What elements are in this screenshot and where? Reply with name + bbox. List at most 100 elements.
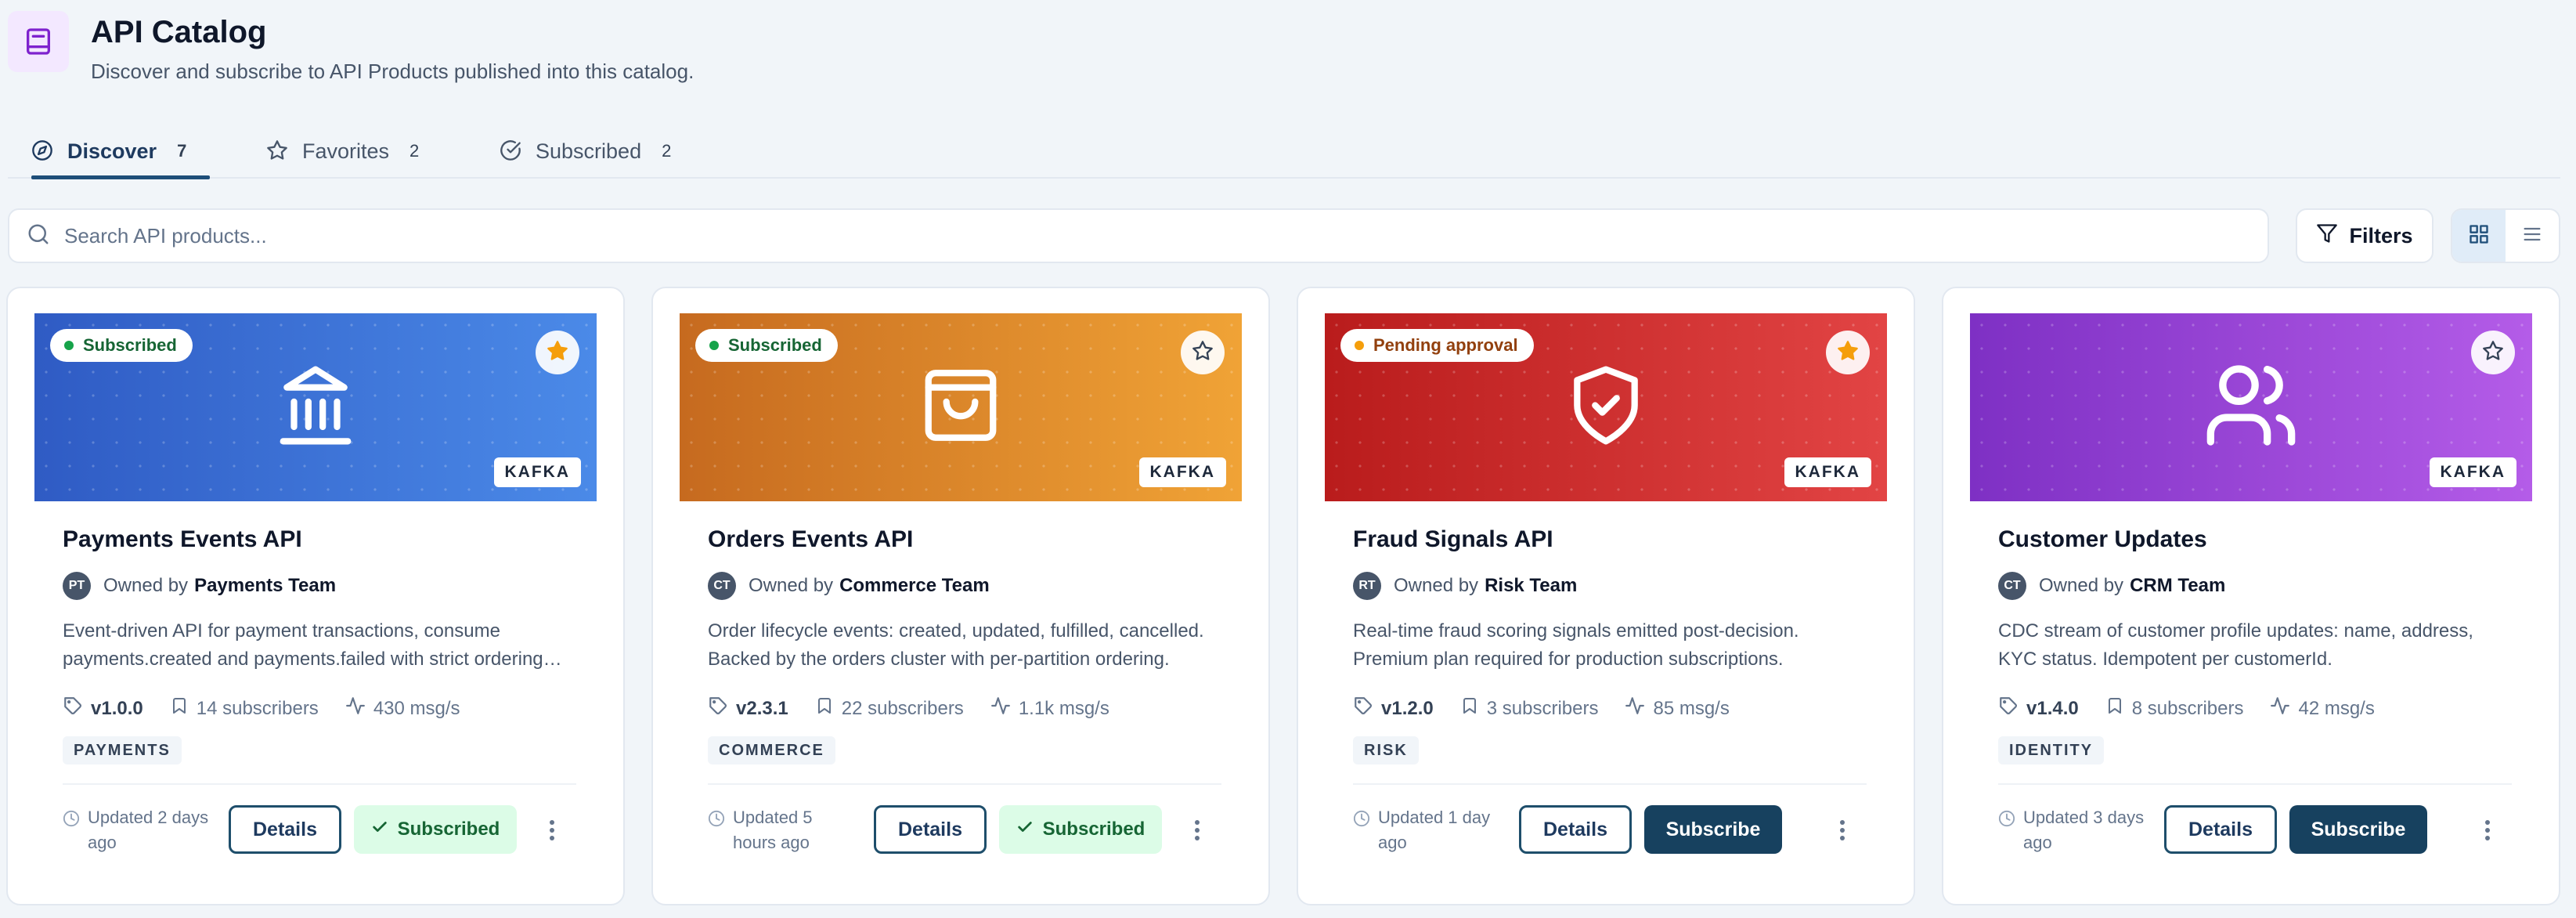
protocol-badge: KAFKA <box>1138 457 1226 487</box>
api-card-fraud[interactable]: Pending approval KAFKA Fraud Signals API… <box>1297 287 1915 905</box>
favorite-button[interactable] <box>536 331 579 374</box>
more-options-icon[interactable] <box>1831 816 1854 844</box>
star-filled-icon <box>1837 340 1859 366</box>
shield-check-icon <box>1563 363 1649 453</box>
protocol-badge: KAFKA <box>2429 457 2516 487</box>
card-title[interactable]: Orders Events API <box>708 526 913 553</box>
category-tag[interactable]: RISK <box>1353 736 1419 764</box>
api-card-payments[interactable]: Subscribed KAFKA Payments Events API PT … <box>6 287 625 905</box>
api-card-orders[interactable]: Subscribed KAFKA Orders Events API CT Ow… <box>651 287 1270 905</box>
details-button[interactable]: Details <box>1519 805 1632 854</box>
clock-icon <box>63 805 88 855</box>
subscribe-button[interactable]: Subscribe <box>1644 805 1782 854</box>
clock-icon <box>1353 805 1378 855</box>
throughput-label: 85 msg/s <box>1653 697 1730 719</box>
status-badge: Subscribed <box>50 329 193 362</box>
card-description: Event-driven API for payment transaction… <box>63 620 543 670</box>
updated-label: Updated 5 hours ago <box>733 808 813 852</box>
subscribe-button[interactable]: Subscribe <box>2289 805 2427 854</box>
more-options-icon[interactable] <box>2476 816 2499 844</box>
updated-info: Updated 2 days ago <box>63 805 211 855</box>
tab-label: Subscribed <box>536 139 642 163</box>
version-label: v2.3.1 <box>736 697 788 719</box>
tag-icon <box>63 696 91 721</box>
favorite-button[interactable] <box>1826 331 1870 374</box>
favorite-button[interactable] <box>2471 331 2515 374</box>
activity-icon <box>990 696 1019 721</box>
subscribers-count: 22 subscribers <box>841 697 964 719</box>
version-label: v1.4.0 <box>2026 697 2079 719</box>
subscribers-count: 3 subscribers <box>1486 697 1599 719</box>
tab-label: Favorites <box>302 139 390 163</box>
owner-info: CT Owned by Commerce Team <box>708 572 990 600</box>
tab-subscribed[interactable]: Subscribed 2 <box>500 125 671 177</box>
details-button[interactable]: Details <box>2164 805 2277 854</box>
card-divider <box>708 783 1221 785</box>
star-filled-icon <box>547 340 568 366</box>
tag-icon <box>1353 696 1381 721</box>
card-meta: v1.2.0 3 subscribers 85 msg/s <box>1353 696 1756 721</box>
list-view-button[interactable] <box>2506 210 2559 262</box>
search-input[interactable] <box>64 223 2178 248</box>
compass-icon <box>31 139 55 163</box>
subscribers-count: 14 subscribers <box>196 697 319 719</box>
owner-team: Risk Team <box>1485 575 1578 596</box>
subscribed-button[interactable]: Subscribed <box>999 805 1162 854</box>
card-meta: v1.4.0 8 subscribers 42 msg/s <box>1998 696 2401 721</box>
card-title[interactable]: Fraud Signals API <box>1353 526 1553 553</box>
updated-info: Updated 5 hours ago <box>708 805 857 855</box>
filters-button[interactable]: Filters <box>2296 208 2433 263</box>
card-title[interactable]: Customer Updates <box>1998 526 2207 553</box>
more-options-icon[interactable] <box>540 816 564 844</box>
owner-team: CRM Team <box>2130 575 2226 596</box>
grid-view-button[interactable] <box>2452 210 2506 262</box>
status-dot <box>709 341 719 350</box>
category-tag[interactable]: IDENTITY <box>1998 736 2105 764</box>
status-badge: Subscribed <box>695 329 838 362</box>
avatar: PT <box>63 572 91 600</box>
card-meta: v1.0.0 14 subscribers 430 msg/s <box>63 696 487 721</box>
status-dot <box>1355 341 1364 350</box>
throughput-label: 1.1k msg/s <box>1018 697 1109 719</box>
owner-prefix: Owned by <box>103 575 189 596</box>
bookmark-icon <box>2105 696 2132 721</box>
filters-label: Filters <box>2349 223 2413 248</box>
favorite-button[interactable] <box>1181 331 1225 374</box>
card-description: CDC stream of customer profile updates: … <box>1998 620 2473 670</box>
star-icon <box>1192 340 1214 366</box>
category-tag[interactable]: PAYMENTS <box>63 736 182 764</box>
card-banner: Subscribed KAFKA <box>680 313 1242 501</box>
owner-team: Payments Team <box>194 575 337 596</box>
tab-bar: Discover 7 Favorites 2 Subscribed 2 <box>8 125 2560 179</box>
protocol-badge: KAFKA <box>1784 457 1871 487</box>
owner-info: CT Owned by CRM Team <box>1998 572 2225 600</box>
tab-label: Discover <box>67 139 157 163</box>
grid-icon <box>2468 223 2490 249</box>
owner-prefix: Owned by <box>1394 575 1479 596</box>
subscribed-button[interactable]: Subscribed <box>354 805 517 854</box>
tab-favorites[interactable]: Favorites 2 <box>266 125 419 177</box>
bookmark-icon <box>170 696 197 721</box>
status-label: Subscribed <box>728 335 822 355</box>
card-title[interactable]: Payments Events API <box>63 526 302 553</box>
search-bar <box>8 208 2269 263</box>
bookmark-icon <box>815 696 842 721</box>
tag-icon <box>1998 696 2026 721</box>
details-button[interactable]: Details <box>229 805 341 854</box>
protocol-badge: KAFKA <box>493 457 581 487</box>
category-tag[interactable]: COMMERCE <box>708 736 835 764</box>
card-divider <box>63 783 576 785</box>
avatar: CT <box>1998 572 2026 600</box>
activity-icon <box>2270 696 2298 721</box>
throughput-label: 42 msg/s <box>2298 697 2375 719</box>
card-divider <box>1998 783 2512 785</box>
avatar: RT <box>1353 572 1381 600</box>
details-button[interactable]: Details <box>874 805 987 854</box>
tab-discover[interactable]: Discover 7 <box>31 125 211 179</box>
owner-info: RT Owned by Risk Team <box>1353 572 1577 600</box>
card-description: Order lifecycle events: created, updated… <box>708 620 1204 670</box>
api-card-customer[interactable]: KAFKA Customer Updates CT Owned by CRM T… <box>1942 287 2560 905</box>
view-toggle <box>2451 208 2560 263</box>
list-icon <box>2521 223 2543 249</box>
more-options-icon[interactable] <box>1185 816 1209 844</box>
